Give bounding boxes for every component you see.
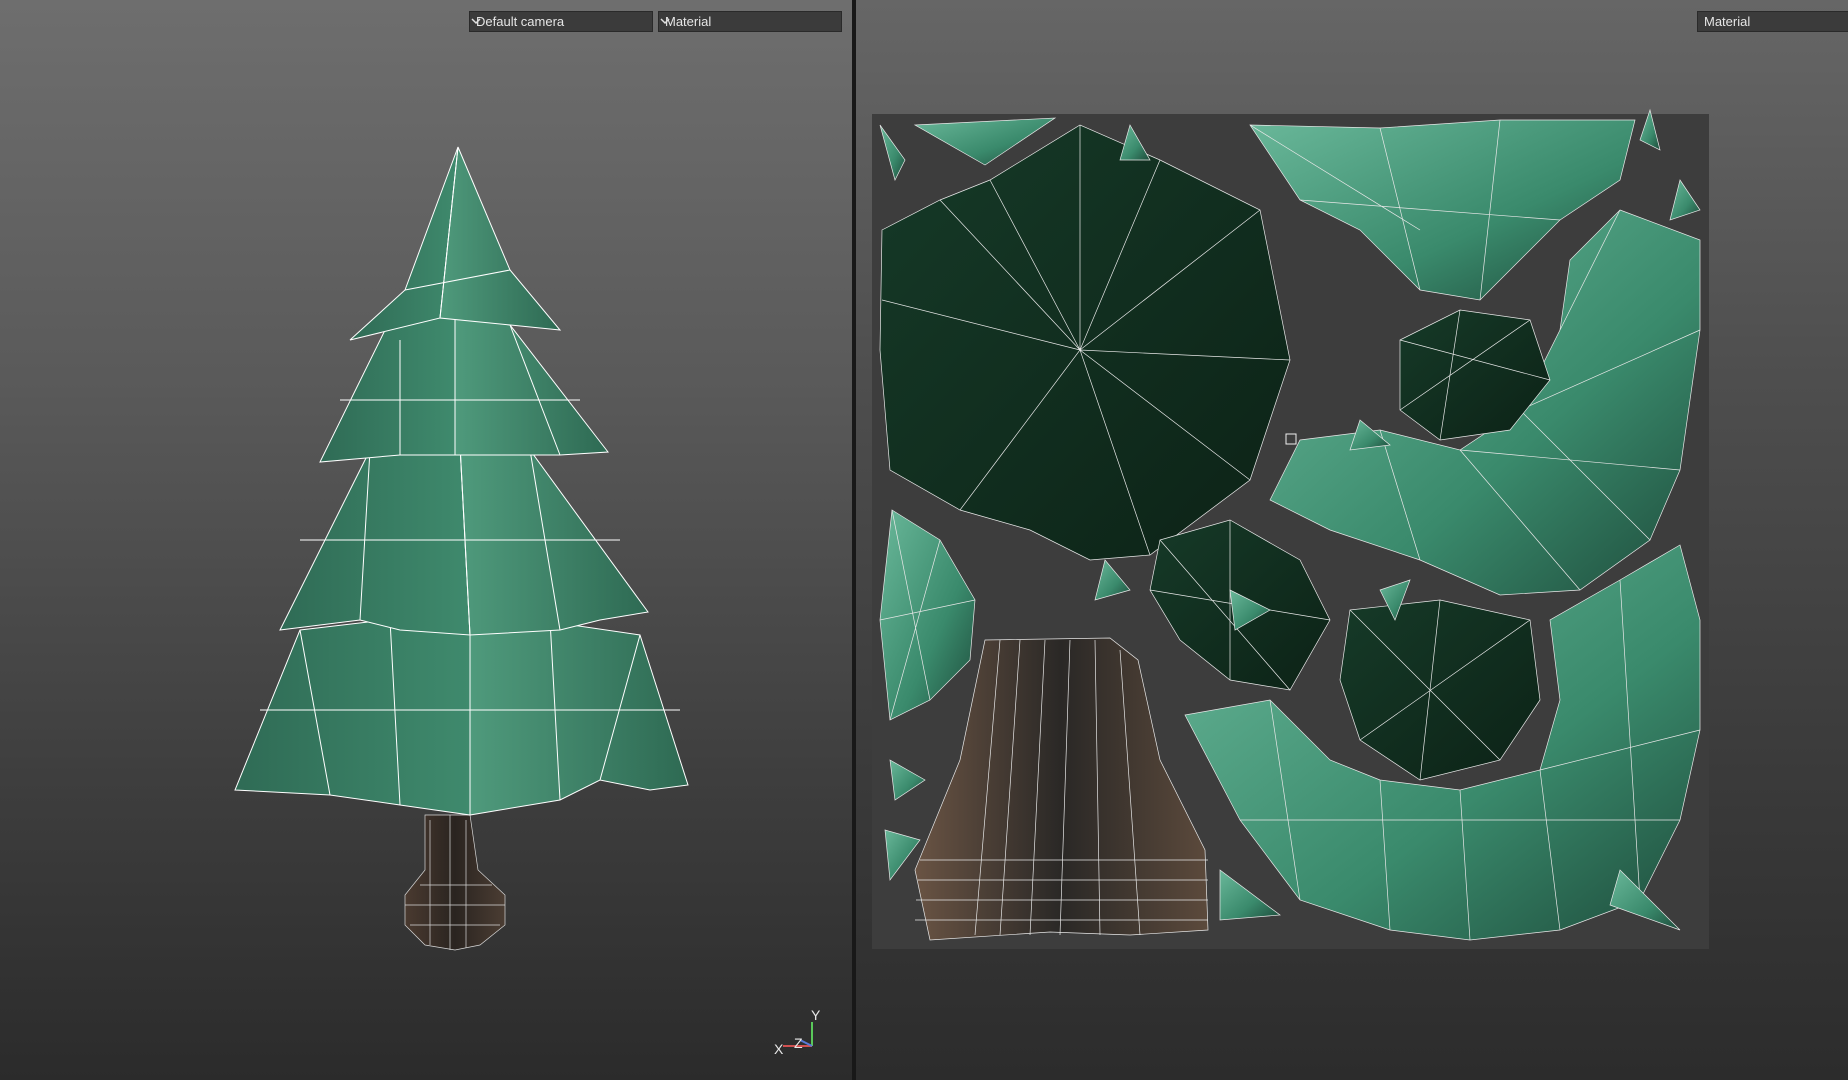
foliage-tier-4 <box>234 609 689 816</box>
camera-select-value: Default camera <box>476 14 565 29</box>
axis-gizmo-icon: X Y Z <box>774 1007 821 1057</box>
uv-viewport[interactable]: Material <box>856 0 1848 1080</box>
tree-trunk <box>404 814 506 951</box>
axis-y-label: Y <box>811 1007 821 1023</box>
chevron-down-icon <box>660 18 670 25</box>
tree-model: X Y Z <box>234 146 821 1057</box>
uv-layout <box>872 108 1709 949</box>
material-select-3d[interactable]: Material <box>658 11 842 32</box>
chevron-down-icon <box>471 18 481 25</box>
material-select-uv[interactable]: Material <box>1697 11 1848 32</box>
axis-x-label: X <box>774 1041 784 1057</box>
foliage-tier-3 <box>279 444 649 636</box>
3d-viewport[interactable]: X Y Z Default camera Material <box>0 0 852 1080</box>
material-select-uv-value: Material <box>1704 14 1751 29</box>
camera-select[interactable]: Default camera <box>469 11 653 32</box>
foliage-tier-1 <box>349 146 562 341</box>
material-select-3d-value: Material <box>665 14 712 29</box>
axis-z-label: Z <box>794 1035 803 1051</box>
